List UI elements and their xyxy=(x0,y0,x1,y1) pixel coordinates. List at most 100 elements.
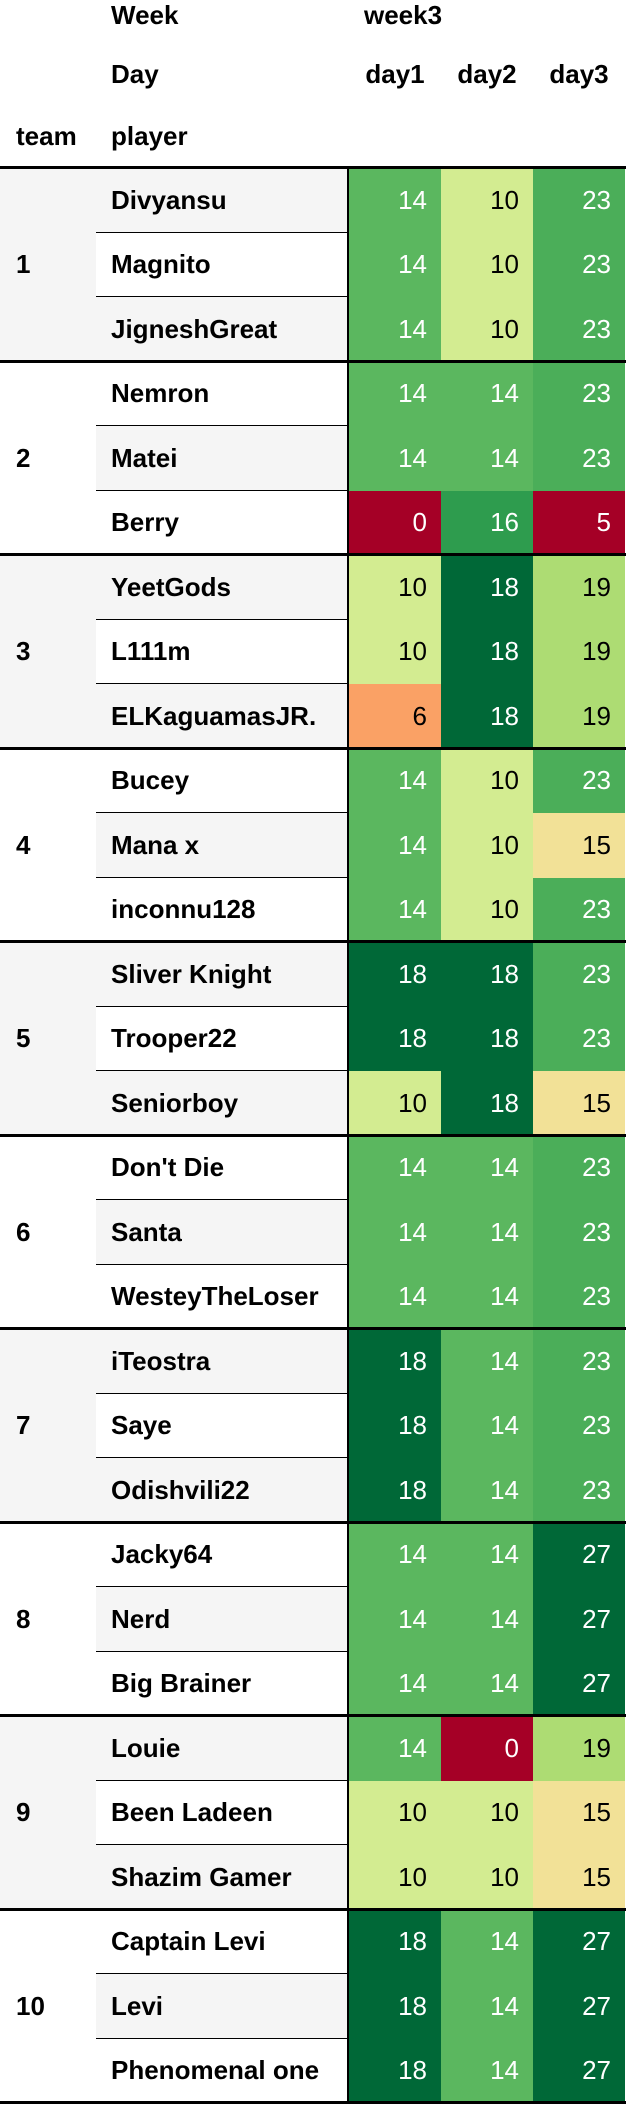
day-column-header: day3 xyxy=(549,59,609,89)
value-cell: 18 xyxy=(349,942,441,1007)
value-cell: 15 xyxy=(533,1780,625,1845)
value-cell: 10 xyxy=(441,877,533,942)
value-cell: 14 xyxy=(441,1458,533,1523)
row-separator xyxy=(96,1650,349,1652)
value-cell: 14 xyxy=(349,813,441,878)
value-cell: 0 xyxy=(441,1716,533,1781)
row-separator xyxy=(96,618,349,620)
day-header-label: Day xyxy=(111,59,159,89)
value-cell: 14 xyxy=(349,168,441,233)
player-cell: YeetGods xyxy=(96,555,349,620)
player-cell: Matei xyxy=(96,426,349,491)
player-cell: Don't Die xyxy=(96,1135,349,1200)
value-cell: 23 xyxy=(533,297,625,362)
value-cell: 23 xyxy=(533,1264,625,1329)
day-column-header: day1 xyxy=(365,59,425,89)
value-cell: 19 xyxy=(533,619,625,684)
player-cell: Santa xyxy=(96,1200,349,1265)
row-separator xyxy=(96,1779,349,1781)
player-cell: ELKaguamasJR. xyxy=(96,684,349,749)
value-cell: 14 xyxy=(349,232,441,297)
player-cell: Odishvili22 xyxy=(96,1458,349,1523)
value-cell: 14 xyxy=(441,361,533,426)
value-cell: 15 xyxy=(533,813,625,878)
value-cell: 19 xyxy=(533,1716,625,1781)
group-separator xyxy=(0,359,626,363)
value-cell: 27 xyxy=(533,1974,625,2039)
value-cell: 14 xyxy=(441,2038,533,2103)
value-cell: 16 xyxy=(441,490,533,555)
value-cell: 10 xyxy=(441,1845,533,1910)
value-cell: 23 xyxy=(533,1006,625,1071)
player-cell: iTeostra xyxy=(96,1329,349,1394)
value-cell: 23 xyxy=(533,1200,625,1265)
value-cell: 10 xyxy=(441,168,533,233)
player-cell: Jacky64 xyxy=(96,1522,349,1587)
value-cell: 15 xyxy=(533,1845,625,1910)
row-separator xyxy=(96,1392,349,1394)
value-cell: 18 xyxy=(349,2038,441,2103)
group-separator xyxy=(0,1714,626,1717)
week-header-label: Week xyxy=(111,0,179,30)
value-cell: 27 xyxy=(533,2038,625,2103)
day-column-header: day2 xyxy=(457,59,517,89)
row-separator xyxy=(96,1973,349,1974)
value-cell: 14 xyxy=(349,1264,441,1329)
team-cell: 7 xyxy=(0,1329,96,1523)
player-cell: Levi xyxy=(96,1974,349,2039)
player-cell: Mana x xyxy=(96,813,349,878)
value-cell: 23 xyxy=(533,168,625,233)
player-cell: Shazim Gamer xyxy=(96,1845,349,1910)
value-cell: 23 xyxy=(533,232,625,297)
group-separator xyxy=(0,1907,626,1911)
value-cell: 23 xyxy=(533,1135,625,1200)
row-separator xyxy=(96,1263,349,1265)
row-separator xyxy=(96,876,349,878)
team-cell: 4 xyxy=(0,748,96,942)
value-cell: 27 xyxy=(533,1522,625,1587)
player-cell: Been Ladeen xyxy=(96,1780,349,1845)
player-cell: Captain Levi xyxy=(96,1909,349,1974)
row-separator xyxy=(96,296,349,297)
heatmap-table: Week week3 Day team player day1 day2 day3 1… xyxy=(0,0,626,2110)
value-cell: 18 xyxy=(441,1006,533,1071)
value-cell: 18 xyxy=(349,1006,441,1071)
value-cell: 23 xyxy=(533,1393,625,1458)
value-cell: 14 xyxy=(441,426,533,491)
row-separator xyxy=(96,489,349,491)
value-cell: 18 xyxy=(349,1909,441,1974)
value-cell: 14 xyxy=(441,1264,533,1329)
value-cell: 19 xyxy=(533,555,625,620)
value-cell: 18 xyxy=(349,1974,441,2039)
player-cell: WesteyTheLoser xyxy=(96,1264,349,1329)
player-cell: Bucey xyxy=(96,748,349,813)
row-separator xyxy=(96,1005,349,1007)
value-cell: 14 xyxy=(441,1909,533,1974)
value-cell: 23 xyxy=(533,361,625,426)
team-cell: 1 xyxy=(0,168,96,362)
value-cell: 23 xyxy=(533,877,625,942)
value-cell: 19 xyxy=(533,684,625,749)
player-header-label: player xyxy=(111,121,188,151)
value-cell: 23 xyxy=(533,748,625,813)
group-separator xyxy=(0,746,626,750)
row-separator xyxy=(96,1199,349,1200)
player-cell: Louie xyxy=(96,1716,349,1781)
value-cell: 23 xyxy=(533,942,625,1007)
group-separator xyxy=(0,166,626,169)
value-cell: 14 xyxy=(441,1200,533,1265)
value-cell: 14 xyxy=(441,1393,533,1458)
row-separator xyxy=(96,425,349,426)
player-cell: JigneshGreat xyxy=(96,297,349,362)
value-cell: 10 xyxy=(441,1780,533,1845)
table-bottom-line xyxy=(0,2101,626,2104)
value-cell: 14 xyxy=(441,1587,533,1652)
value-cell: 14 xyxy=(441,1329,533,1394)
value-column-divider xyxy=(347,166,349,2101)
row-separator xyxy=(96,1586,349,1587)
value-cell: 10 xyxy=(349,1780,441,1845)
value-cell: 14 xyxy=(349,297,441,362)
value-cell: 18 xyxy=(441,684,533,749)
player-cell: inconnu128 xyxy=(96,877,349,942)
value-cell: 18 xyxy=(441,942,533,1007)
